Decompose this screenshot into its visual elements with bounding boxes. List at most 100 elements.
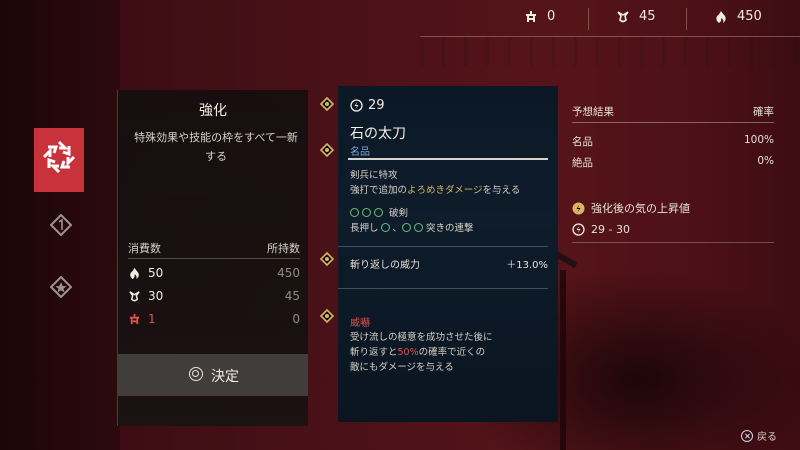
- forecast-value: 100%: [743, 134, 774, 146]
- cost-need: 1: [148, 312, 156, 326]
- ki-gain-text: 強化後の気の上昇値: [591, 202, 690, 215]
- flame-icon: [716, 10, 726, 23]
- item-card: 29 石の太刀 名品 剣兵に特攻 強打で追加のよろめきダメージを与える 破剣 長…: [338, 86, 558, 422]
- cost-row: 1 0: [128, 312, 300, 328]
- diamond-marker-icon: [320, 143, 334, 157]
- divider: [588, 8, 589, 30]
- item-level-value: 29: [368, 98, 385, 113]
- cost-need: 50: [148, 266, 164, 280]
- triangle-button-icon: [414, 223, 424, 232]
- trait-line: 受け流しの極意を成功させた後に: [350, 332, 493, 343]
- skill-line: 破剣: [350, 206, 474, 221]
- tab-star-icon[interactable]: [50, 276, 72, 298]
- trait-highlight: 50%: [397, 347, 419, 358]
- reforge-icon: [42, 140, 76, 174]
- cross-button-icon: [741, 429, 753, 442]
- trait-line: 敵にもダメージを与える: [350, 362, 454, 373]
- skill-text: 長押し: [350, 223, 379, 234]
- panel-title: 強化: [199, 103, 227, 119]
- confirm-button[interactable]: 決定: [118, 354, 308, 396]
- spirit-icon: [617, 10, 629, 22]
- item-rarity: 名品: [350, 147, 370, 158]
- currency-value: 0: [547, 9, 556, 24]
- triangle-button-icon: [374, 208, 383, 217]
- diamond-marker-icon: [320, 97, 334, 111]
- owned-header-label: 所持数: [267, 242, 300, 255]
- back-label: 戻る: [757, 432, 777, 443]
- effect-line: 強打で追加のよろめきダメージを与える: [350, 183, 520, 198]
- rate-header: 確率: [753, 106, 774, 118]
- item-skill: 破剣 長押し 、 突きの連撃: [350, 206, 474, 236]
- trait-text: 斬り返すと: [350, 347, 398, 358]
- currency-value: 450: [737, 9, 762, 24]
- ki-icon: [350, 99, 363, 112]
- shrine-icon: [526, 10, 536, 22]
- forecast-label: 絶品: [572, 157, 593, 169]
- trait-text: の確率で近くの: [418, 347, 486, 358]
- spirit-icon: [129, 291, 140, 302]
- item-stat: 斬り返しの威力 ＋13.0%: [350, 256, 548, 271]
- divider: [338, 288, 548, 289]
- background-pole: [560, 270, 566, 450]
- ki-icon: [572, 223, 585, 236]
- skill-text: 突きの連撃: [426, 223, 474, 234]
- flame-icon: [130, 267, 139, 280]
- effect-text: を与える: [482, 185, 521, 196]
- forecast-row: 絶品 0%: [572, 155, 774, 170]
- effect-highlight: よろめきダメージ: [407, 185, 483, 196]
- tab-upgrade-icon[interactable]: [50, 214, 72, 236]
- divider: [338, 246, 548, 247]
- diamond-marker-icon: [320, 252, 334, 266]
- effect-line: 剣兵に特攻: [350, 170, 398, 181]
- stat-value: ＋13.0%: [506, 260, 548, 271]
- shrine-icon: [129, 313, 140, 325]
- stat-label: 斬り返しの威力: [350, 260, 420, 271]
- skill-line: 長押し 、 突きの連撃: [350, 221, 474, 236]
- cost-have: 450: [277, 266, 300, 280]
- tab-reforge[interactable]: [34, 128, 84, 192]
- ki-range-value: 29 - 30: [591, 223, 630, 236]
- cost-need: 30: [148, 289, 164, 303]
- item-level: 29: [350, 98, 385, 113]
- triangle-button-icon: [362, 208, 371, 217]
- confirm-label: 決定: [211, 369, 239, 385]
- back-button[interactable]: 戻る: [741, 428, 777, 443]
- background-wall: [420, 36, 800, 66]
- currency-spirit: 45: [616, 9, 656, 24]
- divider: [686, 8, 687, 30]
- forecast-row: 名品 100%: [572, 134, 774, 149]
- cost-header-label: 消費数: [128, 242, 161, 255]
- currency-bar: 0 45 450: [420, 0, 800, 37]
- divider: [572, 242, 774, 243]
- triangle-button-icon: [380, 223, 390, 232]
- cost-header: 消費数 所持数: [128, 240, 300, 259]
- item-name: 石の太刀: [350, 126, 406, 142]
- forecast-value: 0%: [757, 155, 774, 167]
- skill-text: 、: [392, 223, 403, 234]
- effect-text: 強打で追加の: [350, 185, 408, 196]
- ki-gain-label: 強化後の気の上昇値: [572, 200, 690, 216]
- forecast-header: 予想結果 確率: [572, 104, 774, 123]
- cost-have: 0: [292, 312, 300, 326]
- item-effect: 剣兵に特攻 強打で追加のよろめきダメージを与える: [350, 168, 520, 198]
- circle-button-icon: [189, 367, 203, 381]
- currency-value: 45: [639, 9, 656, 24]
- title-underline: [348, 158, 548, 160]
- currency-shrine: 0: [524, 9, 555, 24]
- ki-gain-range: 29 - 30: [572, 223, 630, 236]
- trait-description: 受け流しの極意を成功させた後に 斬り返すと50%の確率で近くの 敵にもダメージを…: [350, 330, 493, 375]
- triangle-button-icon: [402, 223, 412, 232]
- ki-icon: [572, 202, 585, 214]
- triangle-button-icon: [350, 208, 359, 217]
- trait-name: 威嚇: [350, 318, 370, 329]
- diamond-marker-icon: [320, 309, 334, 323]
- reforge-panel: 強化 特殊効果や技能の枠をすべて一新する 消費数 所持数 50 450 30 4…: [117, 90, 308, 426]
- forecast-label: 名品: [572, 136, 593, 148]
- cost-row: 50 450: [128, 266, 300, 282]
- cost-have: 45: [284, 289, 300, 303]
- skill-name: 破剣: [389, 208, 409, 219]
- currency-flame: 450: [714, 9, 762, 24]
- trait-line: 斬り返すと50%の確率で近くの: [350, 345, 493, 360]
- panel-description: 特殊効果や技能の枠をすべて一新する: [134, 131, 298, 163]
- cost-row: 30 45: [128, 289, 300, 305]
